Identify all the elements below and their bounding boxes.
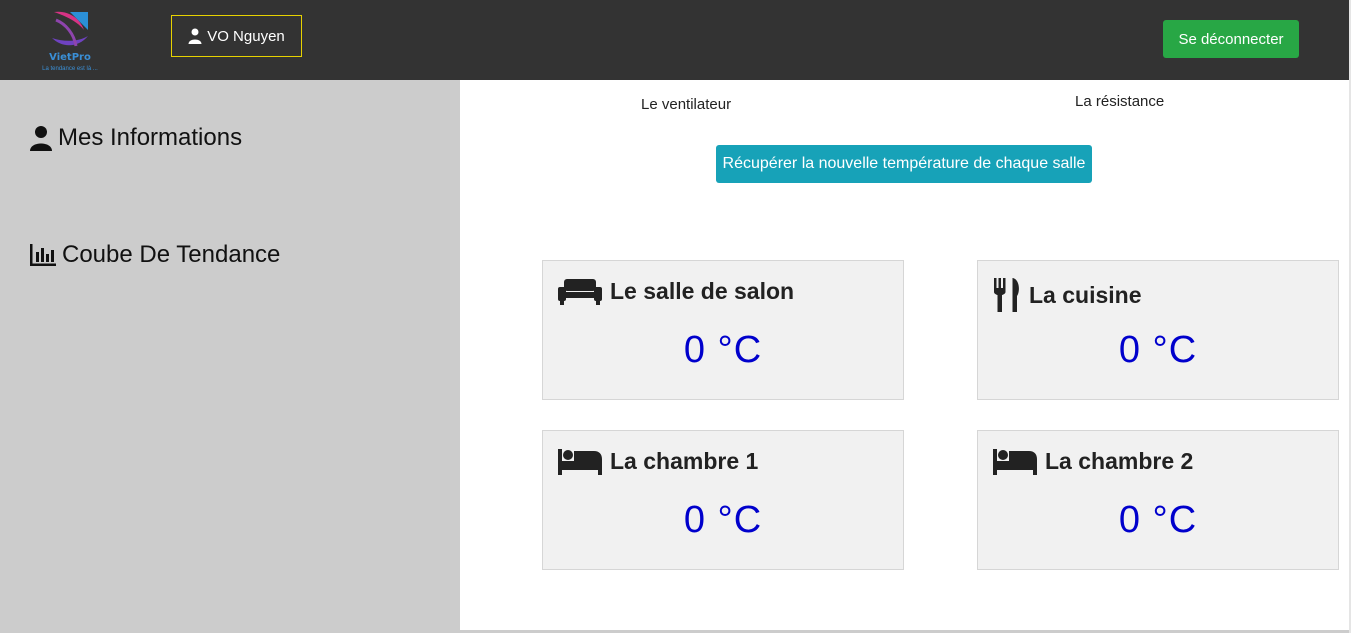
logo-tagline: La tendance est là ... <box>42 66 98 72</box>
utensils-icon <box>994 278 1019 312</box>
fetch-temperature-button[interactable]: Récupérer la nouvelle température de cha… <box>716 145 1092 183</box>
sidebar-item-trend[interactable]: Coube De Tendance <box>30 241 280 269</box>
room-card-header: La cuisine <box>993 278 1141 312</box>
bed-icon <box>993 448 1037 475</box>
room-name: Le salle de salon <box>610 278 795 304</box>
chart-bar-icon <box>30 244 56 266</box>
user-profile-button[interactable]: VO Nguyen <box>171 15 302 57</box>
top-navbar: VietPro La tendance est là ... VO Nguyen… <box>0 0 1351 80</box>
room-card-header: La chambre 2 <box>993 448 1193 475</box>
logout-button[interactable]: Se déconnecter <box>1163 20 1299 58</box>
room-temperature: 0 °C <box>683 499 763 541</box>
user-name: VO Nguyen <box>207 27 285 45</box>
user-icon <box>188 28 202 44</box>
logo-graphic-icon <box>52 11 88 47</box>
couch-icon <box>558 278 602 305</box>
room-card-salon: Le salle de salon 0 °C <box>542 260 904 400</box>
room-card-header: La chambre 1 <box>558 448 758 475</box>
room-temperature: 0 °C <box>1118 499 1198 541</box>
sidebar: Mes Informations Coube De Tendance <box>0 80 460 633</box>
heater-label: La résistance <box>1075 93 1165 110</box>
fan-label: Le ventilateur <box>641 96 732 113</box>
room-card-chambre-2: La chambre 2 0 °C <box>977 430 1339 570</box>
sidebar-item-label: Mes Informations <box>58 124 243 151</box>
room-name: La cuisine <box>1029 281 1142 308</box>
room-temperature: 0 °C <box>1118 329 1198 371</box>
logo[interactable]: VietPro La tendance est là ... <box>34 8 106 74</box>
sidebar-item-label: Coube De Tendance <box>62 241 281 268</box>
user-icon <box>30 125 52 151</box>
bed-icon <box>558 448 602 475</box>
logo-name: VietPro <box>49 52 91 63</box>
room-card-header: Le salle de salon <box>558 278 794 305</box>
room-name: La chambre 1 <box>610 448 759 474</box>
sidebar-item-informations[interactable]: Mes Informations <box>30 124 242 152</box>
room-temperature: 0 °C <box>683 329 763 371</box>
room-card-chambre-1: La chambre 1 0 °C <box>542 430 904 570</box>
room-name: La chambre 2 <box>1045 448 1194 474</box>
room-card-cuisine: La cuisine 0 °C <box>977 260 1339 400</box>
